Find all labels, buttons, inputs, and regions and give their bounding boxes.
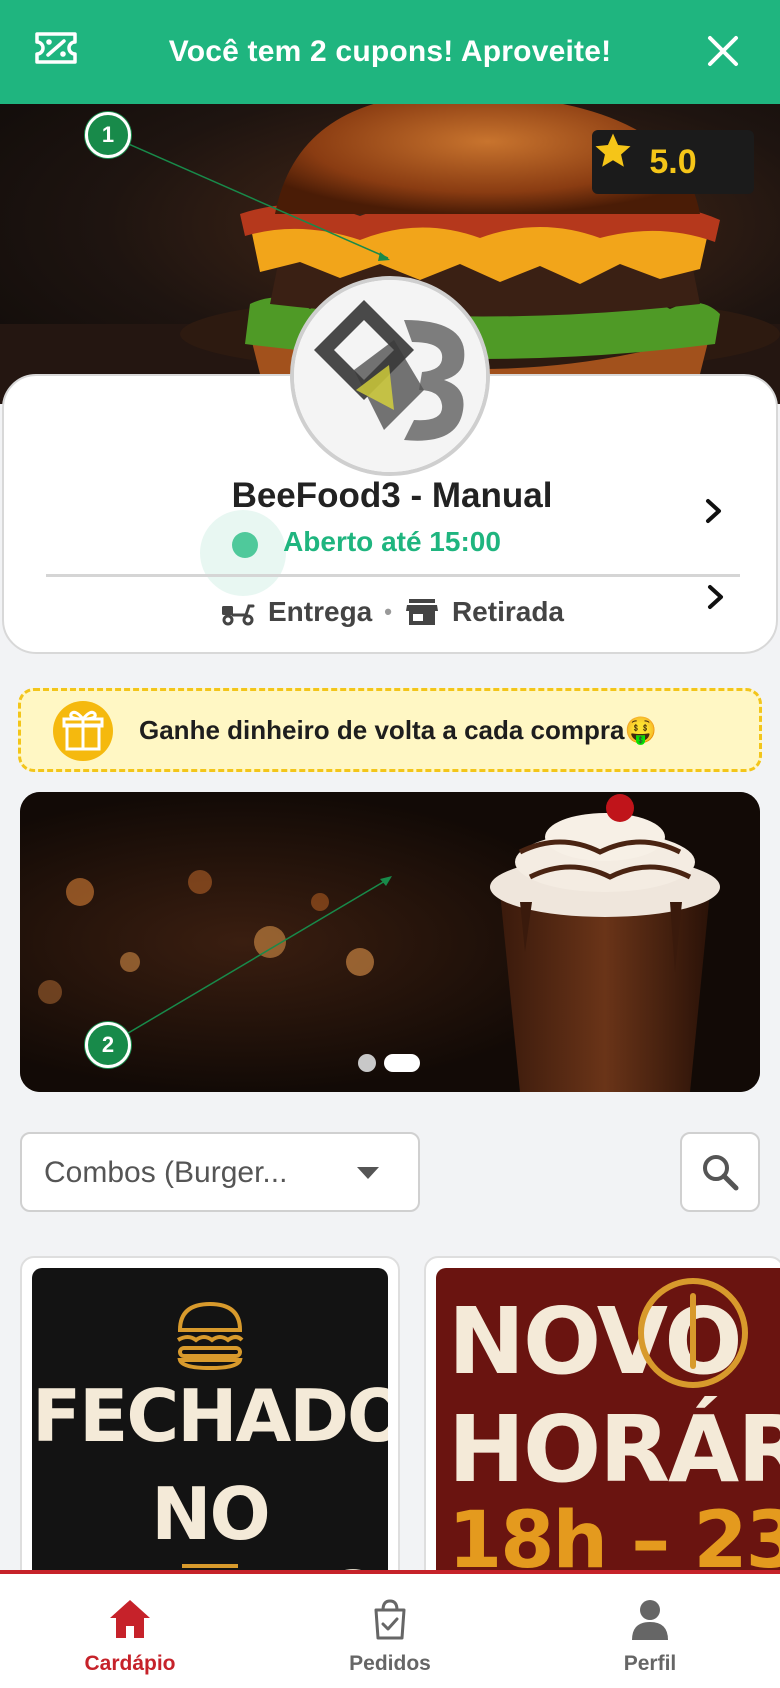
clock-icon [638, 1278, 748, 1388]
nav-item-perfil[interactable]: Perfil [520, 1574, 780, 1688]
poster-divider [182, 1564, 238, 1568]
user-icon [632, 1600, 668, 1640]
nav-label: Cardápio [84, 1652, 176, 1675]
bottom-navigation: Cardápio Pedidos Perfil [0, 1570, 780, 1688]
search-icon [703, 1155, 739, 1191]
home-icon [110, 1600, 150, 1638]
nav-item-cardapio[interactable]: Cardápio [0, 1574, 260, 1688]
poster-line-1: FECHADOS [32, 1374, 388, 1458]
annotation-marker-2: 2 [85, 1022, 131, 1068]
caret-down-icon [357, 1167, 379, 1179]
annotation-marker-1: 1 [85, 112, 131, 158]
category-selected-value: Combos (Burger... [44, 1156, 288, 1189]
nav-item-pedidos[interactable]: Pedidos [260, 1574, 520, 1688]
shopping-bag-icon [374, 1599, 406, 1640]
nav-label: Perfil [623, 1652, 677, 1675]
app-screen: Você tem 2 cupons! Aproveite! 5.0 BeeFoo… [0, 0, 780, 1688]
burger-outline-icon [176, 1301, 244, 1370]
nav-label: Pedidos [349, 1652, 431, 1675]
poster-line-2: HORÁRIO [448, 1396, 780, 1503]
search-button[interactable] [680, 1132, 760, 1212]
category-dropdown[interactable]: Combos (Burger... [20, 1132, 420, 1212]
